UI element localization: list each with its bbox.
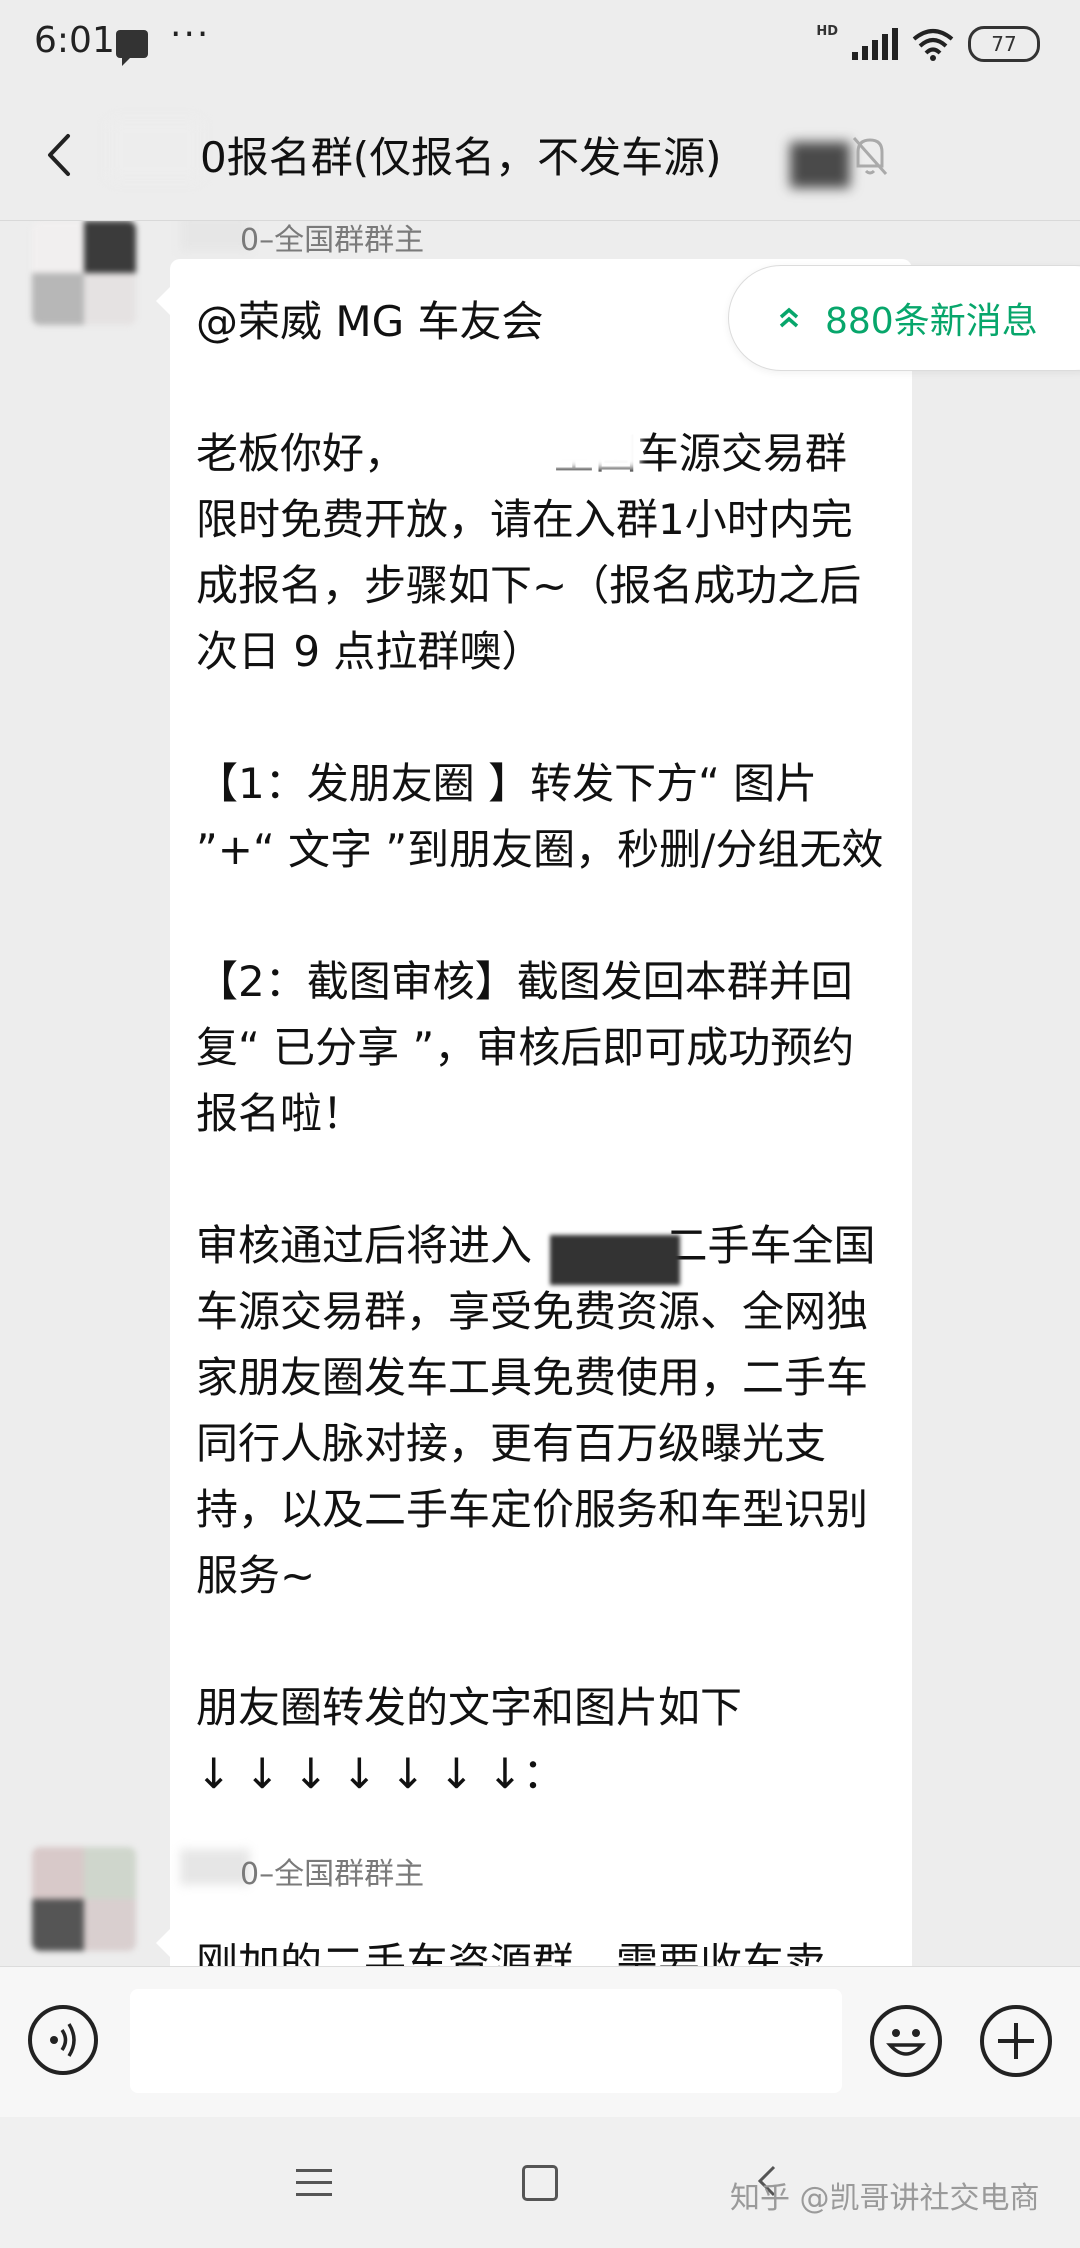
sender-name: 0–全国群群主 xyxy=(240,223,425,258)
title-redaction-right xyxy=(790,142,850,188)
status-bar: 6:01 ··· HD 77 xyxy=(0,0,1080,90)
more-actions-button[interactable] xyxy=(980,2005,1052,2077)
status-indicators: HD 77 xyxy=(816,22,1040,66)
message-input[interactable] xyxy=(130,1989,842,2093)
chat-title: 0报名群(仅报名，不发车源) xyxy=(200,133,722,182)
status-time: 6:01 xyxy=(34,20,115,61)
emoji-button[interactable] xyxy=(870,2005,942,2077)
chat-header: 0报名群(仅报名，不发车源) xyxy=(0,90,1080,221)
muted-bell-icon xyxy=(852,137,888,175)
message-bubble[interactable]: 刚加的二手车资源群，需要收车卖 xyxy=(156,1901,912,1966)
avatar[interactable] xyxy=(32,221,136,325)
voice-icon xyxy=(50,2023,76,2057)
message-paragraph: 【2：截图审核】截图发回本群并回复“ 已分享 ”，审核后即可成功预约报名啦！ xyxy=(196,957,855,1138)
plus-icon xyxy=(998,2023,1034,2059)
sender-name: 0–全国群群主 xyxy=(240,1857,425,1892)
smiley-icon xyxy=(886,2029,926,2056)
signal-icon xyxy=(852,28,898,60)
home-icon[interactable] xyxy=(522,2165,558,2201)
chevrons-up-icon xyxy=(779,307,799,328)
recent-apps-icon[interactable] xyxy=(296,2169,332,2197)
new-messages-label: 880条新消息 xyxy=(825,301,1038,342)
chat-message-list[interactable]: 0–全国群群主 @荣威 MG 车友会 老板你好， 全国车源交易群限时免费开放，请… xyxy=(0,221,1080,1966)
hd-label: HD xyxy=(816,24,838,39)
more-notifications-icon: ··· xyxy=(170,14,211,55)
system-navigation-bar: 知乎 @凯哥讲社交电商 xyxy=(0,2117,1080,2248)
message-notification-icon xyxy=(116,30,148,66)
message-bubble[interactable]: @荣威 MG 车友会 老板你好， 全国车源交易群限时免费开放，请在入群1小时内完… xyxy=(156,259,912,1966)
message-paragraph: 审核通过后将进入 二手车全国车源交易群，享受免费资源、全网独家朋友圈发车工具免费… xyxy=(196,1221,876,1600)
watermark: 知乎 @凯哥讲社交电商 xyxy=(730,2181,1040,2216)
text-redaction xyxy=(470,409,640,469)
wifi-icon xyxy=(912,29,954,61)
avatar[interactable] xyxy=(32,1847,136,1951)
input-bar xyxy=(0,1966,1080,2117)
new-messages-button[interactable]: 880条新消息 xyxy=(728,265,1080,371)
message-paragraph: 刚加的二手车资源群，需要收车卖 xyxy=(196,1939,827,1966)
message-paragraph: 【1：发朋友圈 】转发下方“ 图片 ”+“ 文字 ”到朋友圈，秒删/分组无效 xyxy=(196,759,884,874)
battery-icon: 77 xyxy=(968,26,1040,62)
message-paragraph: 朋友圈转发的文字和图片如下 ↓ ↓ ↓ ↓ ↓ ↓ ↓： xyxy=(196,1683,743,1798)
title-redaction xyxy=(110,120,200,180)
voice-input-button[interactable] xyxy=(28,2005,98,2075)
back-arrow-icon[interactable] xyxy=(38,130,88,180)
text-redaction xyxy=(550,1235,680,1285)
